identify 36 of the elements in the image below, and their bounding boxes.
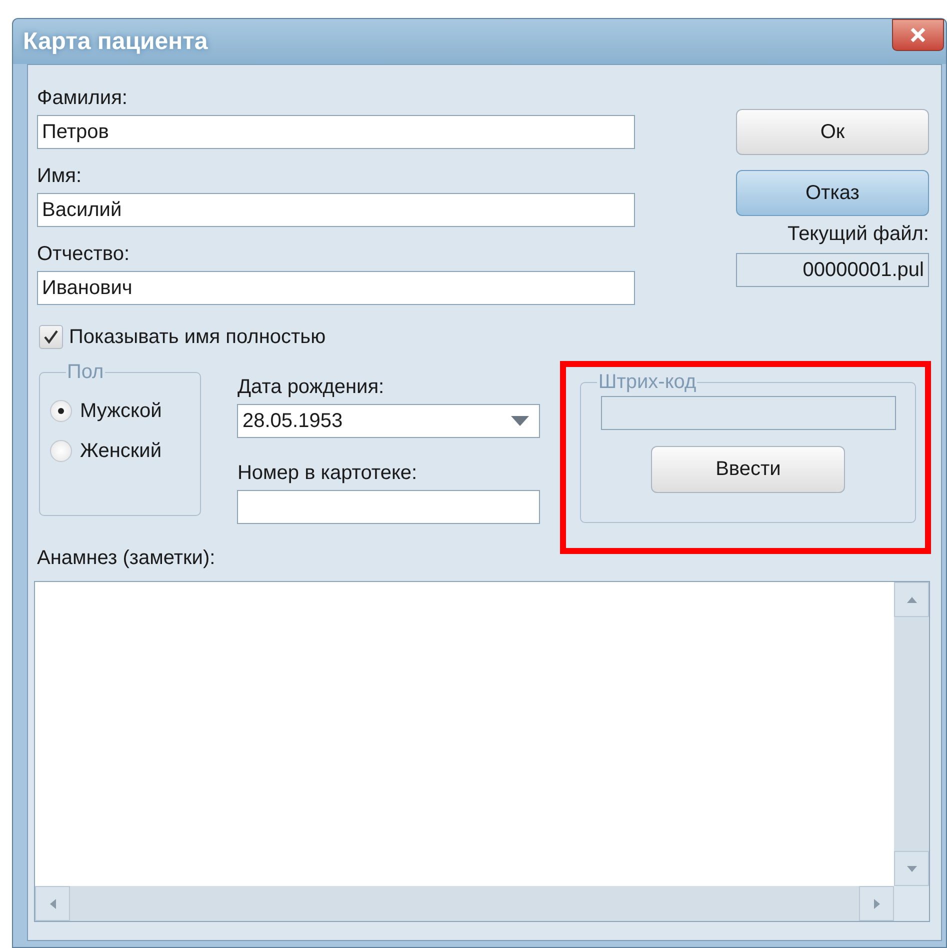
check-icon bbox=[43, 329, 59, 345]
dialog-button[interactable]: Отказ bbox=[736, 170, 929, 216]
text-field[interactable]: Иванович bbox=[37, 271, 635, 305]
file-field: 00000001.pul bbox=[736, 253, 929, 287]
field-label: Анамнез (заметки): bbox=[37, 547, 216, 569]
dialog-button[interactable]: Ок bbox=[736, 109, 929, 155]
scroll-right-icon[interactable] bbox=[859, 886, 894, 921]
group-title: Пол bbox=[66, 361, 105, 384]
text-field[interactable]: Петров bbox=[37, 115, 635, 149]
scroll-up-icon[interactable] bbox=[894, 582, 929, 617]
field-label: Имя: bbox=[37, 165, 83, 187]
checkbox-label: Показывать имя полностью bbox=[69, 326, 326, 348]
radio-button[interactable] bbox=[50, 440, 72, 462]
group-title: Штрих-код bbox=[597, 371, 698, 394]
close-icon bbox=[910, 28, 926, 42]
horizontal-scrollbar[interactable] bbox=[35, 886, 894, 921]
field-label: Фамилия: bbox=[37, 87, 128, 109]
checkbox[interactable] bbox=[39, 325, 63, 349]
notes-textarea[interactable] bbox=[34, 581, 930, 922]
dropdown-caret-icon bbox=[511, 416, 530, 426]
enter-button[interactable]: Ввести bbox=[651, 446, 846, 493]
text-field[interactable] bbox=[237, 490, 540, 524]
close-button[interactable] bbox=[892, 19, 944, 51]
radio-label: Женский bbox=[80, 440, 162, 462]
scroll-left-icon[interactable] bbox=[35, 886, 70, 921]
text-field[interactable]: Василий bbox=[37, 193, 635, 227]
scroll-down-icon[interactable] bbox=[894, 851, 929, 886]
date-dropdown[interactable]: 28.05.1953 bbox=[237, 404, 540, 438]
field-label: Отчество: bbox=[37, 243, 130, 265]
radio-button[interactable] bbox=[50, 400, 72, 422]
vertical-scrollbar[interactable] bbox=[894, 582, 929, 886]
window-title: Карта пациента bbox=[23, 28, 208, 56]
radio-label: Мужской bbox=[80, 400, 162, 422]
field-label: Текущий файл: bbox=[786, 223, 929, 245]
field-label: Номер в картотеке: bbox=[237, 462, 418, 484]
field-label: Дата рождения: bbox=[237, 376, 386, 398]
